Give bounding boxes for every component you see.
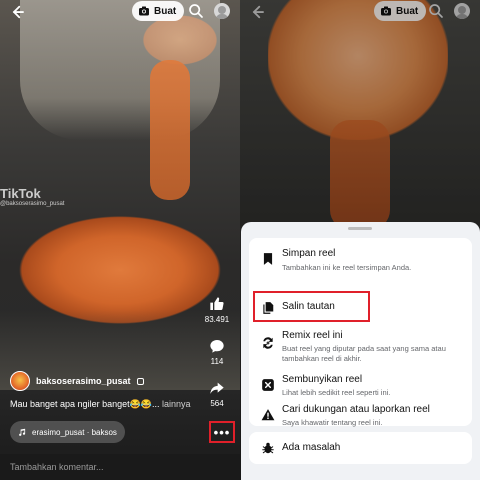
reel-author[interactable]: baksoserasimo_pusat [10, 371, 144, 391]
comment-action[interactable]: 114 [202, 338, 232, 366]
comment-input[interactable]: Tambahkan komentar... [0, 454, 240, 480]
option-hide-reel[interactable]: Sembunyikan reel Lihat lebih sedikit ree… [249, 372, 472, 402]
share-count: 564 [210, 399, 224, 408]
option-title: Simpan reel [282, 248, 336, 259]
option-title: Sembunyikan reel [282, 374, 363, 385]
bookmark-icon [263, 253, 273, 265]
caption-text: Mau banget apa ngiler banget😂😂... [10, 399, 160, 409]
comment-icon [210, 340, 224, 353]
like-count: 83.491 [204, 315, 230, 324]
tiktok-watermark: TikTok @baksoserasimo_pusat [0, 186, 64, 207]
option-desc: Lihat lebih sedikit reel seperti ini. [282, 388, 391, 397]
option-desc: Buat reel yang diputar pada saat yang sa… [282, 344, 446, 363]
option-title: Remix reel ini [282, 330, 343, 341]
option-report-reel[interactable]: Cari dukungan atau laporkan reel Saya kh… [249, 402, 472, 432]
reel-player-left: Buat TikTok @baksoserasimo_pusat 83.491 … [0, 0, 240, 480]
option-desc: Tambahkan ini ke reel tersimpan Anda. [282, 263, 412, 272]
bug-icon [262, 442, 274, 454]
author-avatar[interactable] [10, 371, 30, 391]
option-remix-reel[interactable]: Remix reel ini Buat reel yang diputar pa… [249, 326, 472, 372]
reel-caption[interactable]: Mau banget apa ngiler banget😂😂... lainny… [10, 399, 191, 410]
create-button-label: Buat [154, 5, 177, 17]
video-scene-sauce [150, 60, 190, 200]
comment-placeholder: Tambahkan komentar... [10, 462, 104, 472]
remix-icon [263, 337, 273, 349]
copy-link-highlight [253, 291, 370, 322]
warning-icon [261, 409, 275, 421]
instagram-icon [136, 377, 144, 385]
option-save-reel[interactable]: Simpan reel Tambahkan ini ke reel tersim… [249, 238, 472, 283]
back-arrow-icon[interactable] [8, 3, 26, 21]
like-action[interactable]: 83.491 [202, 296, 232, 324]
watermark-user: @baksoserasimo_pusat [0, 201, 65, 207]
search-icon[interactable] [188, 3, 204, 19]
options-card: Simpan reel Tambahkan ini ke reel tersim… [249, 238, 472, 427]
audio-chip[interactable]: erasimo_pusat · baksos [10, 421, 125, 443]
screenshot-root: Buat TikTok @baksoserasimo_pusat 83.491 … [0, 0, 480, 480]
comment-count: 114 [210, 357, 224, 366]
option-report-problem[interactable]: Ada masalah [249, 432, 472, 464]
camera-icon [139, 6, 149, 16]
option-title: Ada masalah [282, 442, 341, 453]
hide-x-icon [262, 379, 274, 391]
problem-card[interactable]: Ada masalah [249, 432, 472, 464]
share-action[interactable]: 564 [202, 380, 232, 408]
profile-avatar[interactable] [214, 3, 230, 19]
music-note-icon [19, 428, 26, 436]
more-options-button[interactable]: ••• [209, 421, 235, 443]
audio-label: erasimo_pusat · baksos [32, 427, 117, 437]
watermark-logo: TikTok [0, 186, 41, 201]
create-button[interactable]: Buat [132, 1, 185, 21]
top-bar: Buat [0, 0, 240, 26]
author-name[interactable]: baksoserasimo_pusat [36, 376, 131, 386]
share-icon [210, 382, 224, 394]
option-title: Cari dukungan atau laporkan reel [282, 404, 430, 415]
option-desc: Saya khawatir tentang reel ini. [282, 418, 383, 427]
reel-options-sheet: Simpan reel Tambahkan ini ke reel tersim… [241, 222, 480, 480]
sheet-handle[interactable] [348, 227, 372, 230]
thumbs-up-icon [210, 297, 224, 310]
more-dots-icon: ••• [213, 424, 231, 440]
caption-more-link[interactable]: lainnya [162, 399, 191, 409]
